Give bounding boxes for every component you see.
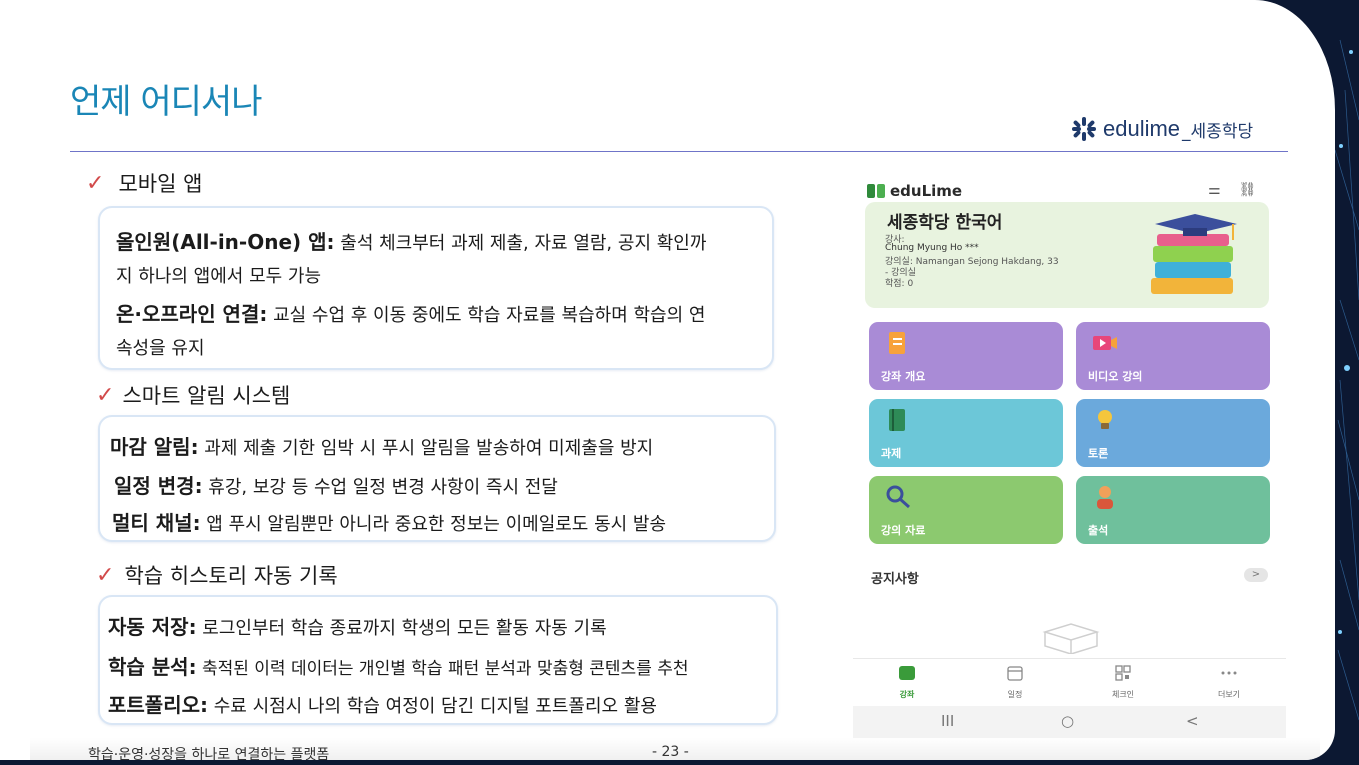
nav-label: 체크인	[1111, 690, 1135, 699]
course-card[interactable]: 세종학당 한국어 강사: Chung Myung Ho *** 강의실: Nam…	[865, 202, 1269, 308]
section-smart-alert-box: 마감 알림: 과제 제출 기한 임박 시 푸시 알림을 발송하여 미제출을 방지…	[98, 415, 776, 542]
checkmark-icon: ✓	[96, 562, 115, 588]
nav-course[interactable]: 강좌	[877, 665, 937, 700]
bottom-navigation: 강좌 일정 체크인 더보기	[853, 658, 1286, 705]
edulime-logo-icon	[1072, 117, 1096, 141]
tile-label: 토론	[1088, 447, 1109, 460]
tile-label: 출석	[1088, 524, 1109, 537]
feature-line: 온·오프라인 연결: 교실 수업 후 이동 중에도 학습 자료를 복습하며 학습…	[116, 302, 706, 326]
notebook-icon	[889, 409, 905, 431]
tile-assignment[interactable]: 과제	[869, 399, 1063, 467]
tile-lecture-material[interactable]: 강의 자료	[869, 476, 1063, 544]
tile-attendance[interactable]: 출석	[1076, 476, 1270, 544]
checkmark-icon: ✓	[96, 382, 115, 408]
lightbulb-icon	[1098, 410, 1112, 429]
feature-line: 포트폴리오: 수료 시점시 나의 학습 여정이 담긴 디지털 포트폴리오 활용	[108, 693, 657, 717]
eduLime-logo-icon	[867, 184, 885, 198]
tile-discussion[interactable]: 토론	[1076, 399, 1270, 467]
app-header-icons: ⚌ ⛓	[1208, 182, 1256, 198]
app-brand-text: eduLime	[890, 182, 963, 200]
section-mobile-app-box: 올인원(All-in-One) 앱: 출석 체크부터 과제 제출, 자료 열람,…	[98, 206, 774, 370]
feature-line: 학습 분석: 축적된 이력 데이터는 개인별 학습 패턴 분석과 맞춤형 콘텐츠…	[108, 655, 689, 679]
section-smart-alert-heading: ✓ 스마트 알림 시스템	[96, 380, 290, 410]
tile-video-lecture[interactable]: 비디오 강의	[1076, 322, 1270, 390]
logo-subtext: _세종학당	[1182, 121, 1254, 142]
nav-label: 일정	[1007, 690, 1023, 699]
settings-sliders-icon[interactable]: ⚌	[1208, 182, 1221, 198]
course-title: 세종학당 한국어	[887, 213, 1003, 233]
nav-schedule[interactable]: 일정	[985, 665, 1045, 700]
teacher-name: Chung Myung Ho ***	[885, 243, 979, 253]
recent-apps-button[interactable]: III	[941, 712, 954, 730]
notice-heading: 공지사항	[871, 572, 919, 587]
title-divider	[70, 151, 1288, 152]
feature-line: 마감 알림: 과제 제출 기한 임박 시 푸시 알림을 발송하여 미제출을 방지	[110, 435, 654, 459]
calendar-icon	[1007, 666, 1023, 681]
section-label: 모바일 앱	[118, 172, 203, 196]
credits: 학점: 0	[885, 279, 914, 289]
person-icon	[1097, 486, 1113, 509]
system-navigation-bar: III ○ <	[853, 706, 1286, 738]
phone-screenshot: eduLime ⚌ ⛓ 세종학당 한국어 강사: Chung Myung Ho …	[853, 168, 1286, 738]
feature-line: 지 하나의 앱에서 모두 가능	[116, 266, 322, 287]
slide-title: 언제 어디서나	[70, 82, 262, 122]
section-label: 스마트 알림 시스템	[122, 384, 291, 408]
qr-icon	[1115, 665, 1131, 681]
book-icon	[899, 666, 915, 680]
section-history-box: 자동 저장: 로그인부터 학습 종료까지 학생의 모든 활동 자동 기록 학습 …	[98, 595, 778, 725]
tile-label: 비디오 강의	[1088, 370, 1143, 383]
nav-label: 강좌	[899, 690, 915, 699]
footer-text: 학습·운영·성장을 하나로 연결하는 플랫폼	[88, 747, 330, 760]
feature-line: 자동 저장: 로그인부터 학습 종료까지 학생의 모든 활동 자동 기록	[108, 615, 607, 639]
feature-line: 속성을 유지	[116, 338, 205, 359]
checkmark-icon: ✓	[86, 170, 105, 196]
section-history-heading: ✓ 학습 히스토리 자동 기록	[96, 560, 338, 590]
page-number: - 23 -	[652, 744, 689, 760]
tile-course-overview[interactable]: 강좌 개요	[869, 322, 1063, 390]
section-mobile-app-heading: ✓ 모바일 앱	[86, 168, 202, 198]
notice-more-button[interactable]: >	[1244, 568, 1268, 582]
magnifier-icon	[886, 485, 910, 509]
books-graduation-cap-icon	[1151, 214, 1237, 294]
video-icon	[1093, 336, 1117, 350]
document-icon	[889, 332, 905, 354]
logo-text: edulime	[1103, 116, 1181, 141]
nav-more[interactable]: 더보기	[1199, 665, 1259, 700]
tile-label: 강의 자료	[881, 524, 926, 537]
edulime-logo: edulime _세종학당	[1071, 116, 1253, 142]
tile-label: 과제	[881, 447, 902, 460]
app-brand: eduLime	[867, 182, 962, 200]
back-button[interactable]: <	[1186, 712, 1199, 730]
feature-line: 일정 변경: 휴강, 보강 등 수업 일정 변경 사항이 즉시 전달	[114, 474, 558, 498]
link-icon[interactable]: ⛓	[1239, 182, 1257, 198]
section-label: 학습 히스토리 자동 기록	[124, 564, 338, 588]
empty-box-icon	[1042, 623, 1100, 654]
slide: 언제 어디서나 edulime _세종학당 ✓ 모바일 앱 올인원(All-in…	[0, 0, 1335, 760]
tile-label: 강좌 개요	[881, 370, 926, 383]
home-button[interactable]: ○	[1061, 712, 1074, 730]
nav-label: 더보기	[1217, 690, 1241, 699]
more-icon	[1221, 671, 1237, 675]
feature-line: 멀티 채널: 앱 푸시 알림뿐만 아니라 중요한 정보는 이메일로도 동시 발송	[112, 511, 667, 535]
feature-line: 올인원(All-in-One) 앱: 출석 체크부터 과제 제출, 자료 열람,…	[116, 230, 707, 254]
nav-checkin[interactable]: 체크인	[1093, 665, 1153, 700]
